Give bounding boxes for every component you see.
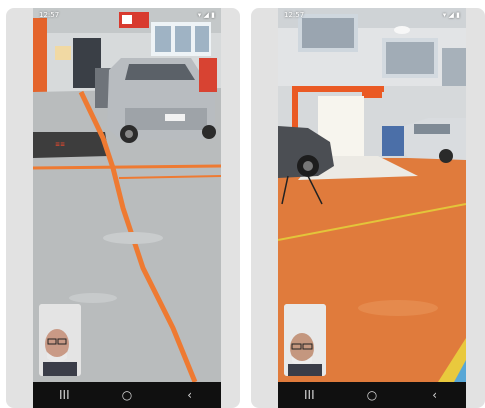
video-call-panel-left: ≡≡ 12:57 ▾ ◢ ▮ III ○ ‹ <box>6 8 240 408</box>
recents-icon[interactable]: III <box>294 388 324 402</box>
status-icons-left: ▾ ◢ ▮ <box>197 11 215 19</box>
home-icon[interactable]: ○ <box>357 388 387 402</box>
person-avatar-right <box>284 304 326 376</box>
back-icon[interactable]: ‹ <box>175 388 205 402</box>
android-nav-bar-left: III ○ ‹ <box>33 382 221 408</box>
person-avatar-left <box>39 304 81 376</box>
status-bar-left: 12:57 ▾ ◢ ▮ <box>33 8 221 22</box>
android-nav-bar-right: III ○ ‹ <box>278 382 466 408</box>
status-bar-right: 12:57 ▾ ◢ ▮ <box>278 8 466 22</box>
recents-icon[interactable]: III <box>49 388 79 402</box>
status-time-left: 12:57 <box>39 11 60 19</box>
status-time-right: 12:57 <box>284 11 305 19</box>
back-icon[interactable]: ‹ <box>420 388 450 402</box>
self-view-pip-left[interactable] <box>39 304 81 376</box>
home-icon[interactable]: ○ <box>112 388 142 402</box>
status-icons-right: ▾ ◢ ▮ <box>442 11 460 19</box>
video-call-panel-right: 12:57 ▾ ◢ ▮ III ○ ‹ <box>251 8 485 408</box>
self-view-pip-right[interactable] <box>284 304 326 376</box>
phone-screen-left: ≡≡ 12:57 ▾ ◢ ▮ III ○ ‹ <box>33 8 221 408</box>
svg-text:≡≡: ≡≡ <box>55 141 65 148</box>
phone-screen-right: 12:57 ▾ ◢ ▮ III ○ ‹ <box>278 8 466 408</box>
